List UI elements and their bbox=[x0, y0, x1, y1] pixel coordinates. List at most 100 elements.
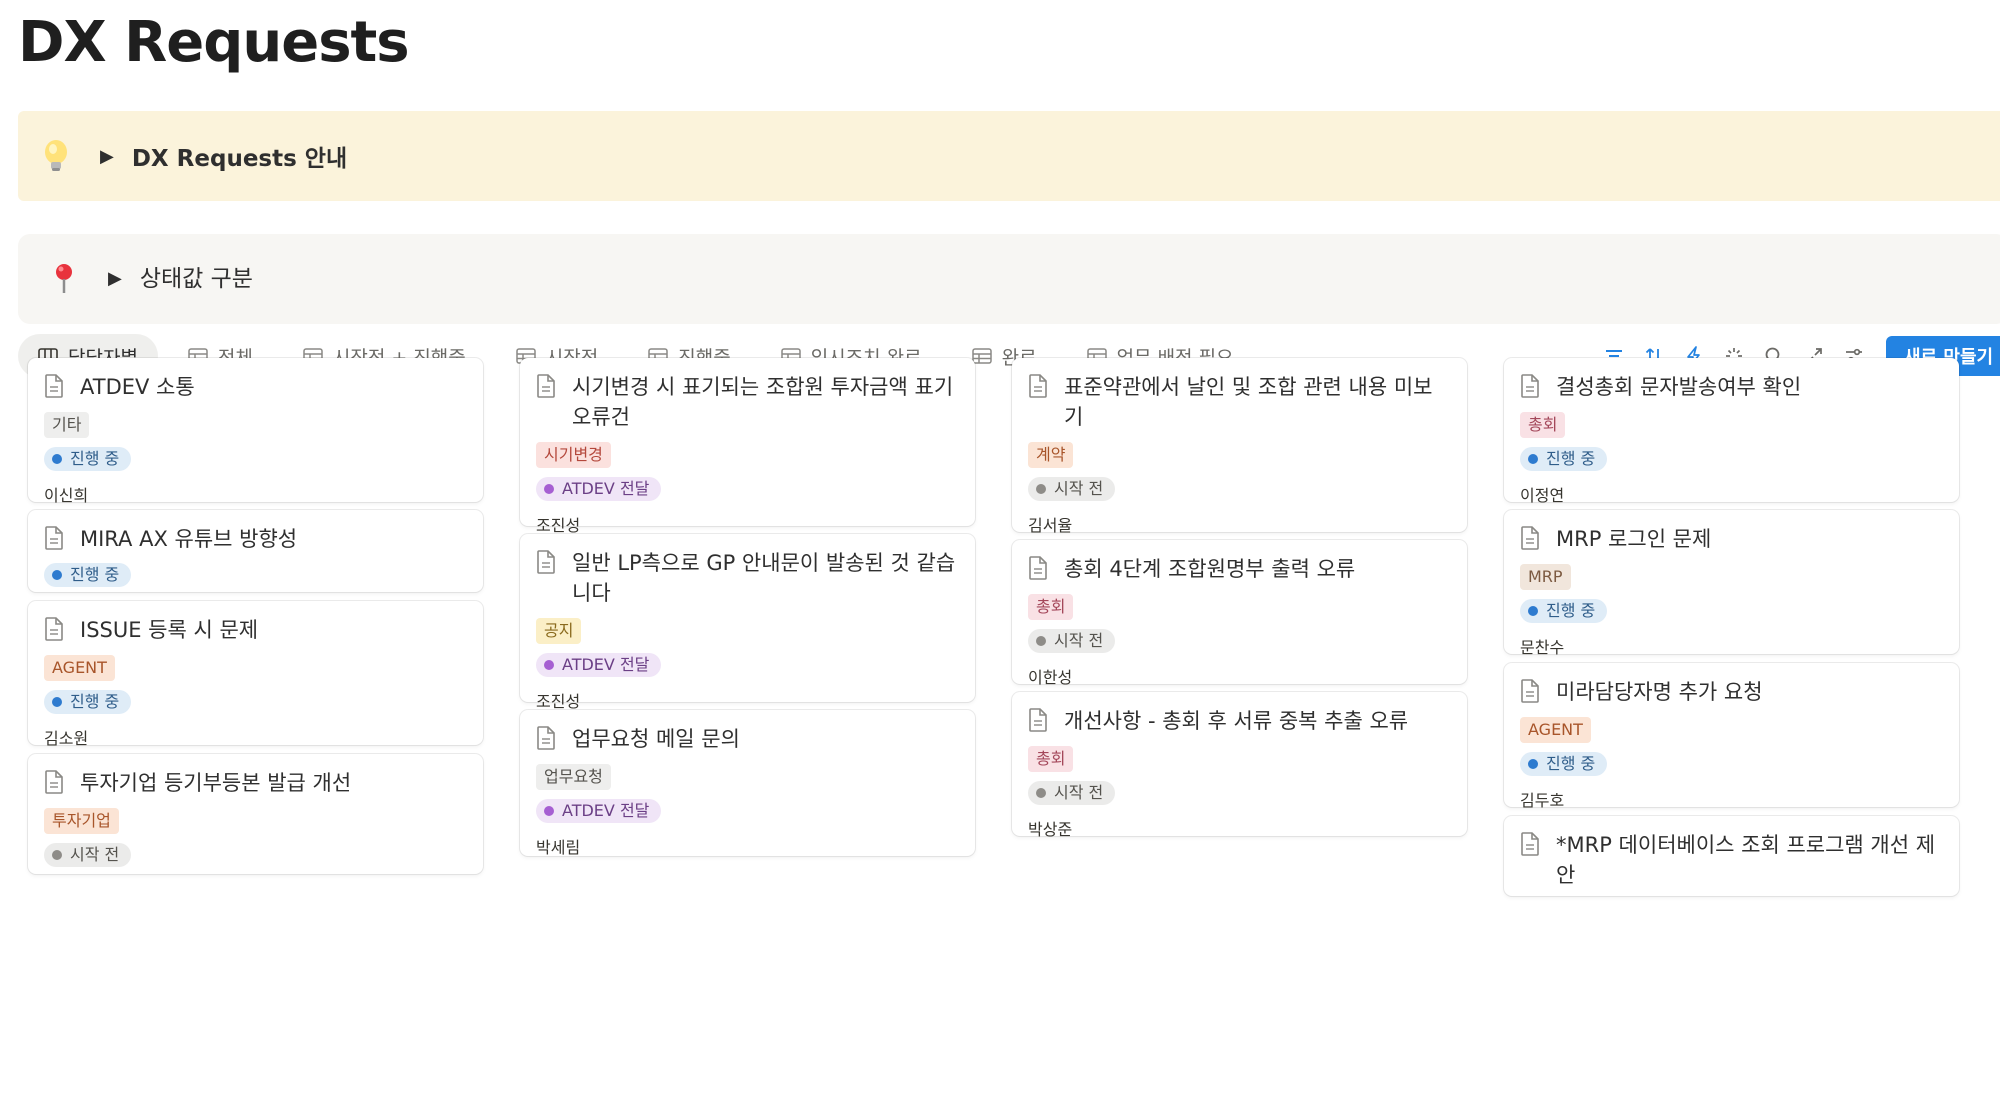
card-title: ATDEV 소통 bbox=[80, 375, 195, 399]
category-tag: 업무요청 bbox=[536, 764, 611, 790]
card-title-row: MRP 로그인 문제 bbox=[1520, 524, 1943, 554]
page-doc-icon bbox=[44, 526, 66, 554]
callout-text: 상태값 구분 bbox=[139, 266, 253, 292]
status-label: 진행 중 bbox=[1546, 754, 1596, 773]
request-card[interactable]: 미라담당자명 추가 요청 AGENT 진행 중 김두호 bbox=[1504, 663, 1959, 810]
callout-dx-info[interactable]: ▶ DX Requests 안내 bbox=[18, 111, 2000, 201]
status-row: 진행 중 bbox=[44, 438, 467, 471]
card-title-row: 업무요청 메일 문의 bbox=[536, 724, 959, 754]
callout-status-values[interactable]: ▶ 상태값 구분 bbox=[18, 234, 2000, 324]
status-label: 시작 전 bbox=[1054, 783, 1104, 802]
status-badge: 진행 중 bbox=[1520, 447, 1608, 471]
request-card[interactable]: 업무요청 메일 문의 업무요청 ATDEV 전달 박세림 bbox=[520, 710, 975, 857]
status-row: 진행 중 bbox=[1520, 743, 1943, 776]
card-title: 개선사항 - 총회 후 서류 중복 추출 오류 bbox=[1064, 709, 1409, 733]
status-row: 진행 중 bbox=[1520, 438, 1943, 471]
status-badge: 시작 전 bbox=[1028, 477, 1116, 501]
card-title-row: 결성총회 문자발송여부 확인 bbox=[1520, 372, 1943, 402]
card-assignee: 조진성 bbox=[536, 516, 581, 535]
status-badge: ATDEV 전달 bbox=[536, 799, 662, 823]
request-card[interactable]: 시기변경 시 표기되는 조합원 투자금액 표기오류건 시기변경 ATDEV 전달 조진… bbox=[520, 358, 975, 535]
status-label: 진행 중 bbox=[70, 449, 120, 468]
table-icon bbox=[971, 348, 992, 364]
status-label: 진행 중 bbox=[70, 692, 120, 711]
card-title-row: ATDEV 소통 bbox=[44, 372, 467, 402]
request-card[interactable]: 총회 4단계 조합원명부 출력 오류 총회 시작 전 이한성 bbox=[1012, 540, 1467, 687]
toggle-triangle-icon[interactable]: ▶ bbox=[108, 268, 122, 290]
page-doc-icon bbox=[44, 770, 66, 798]
category-tag: MRP bbox=[1520, 564, 1571, 590]
card-title-row: 일반 LP측으로 GP 안내문이 발송된 것 같습니다 bbox=[536, 548, 959, 608]
category-tag: AGENT bbox=[44, 655, 115, 681]
status-row: 진행 중 bbox=[44, 681, 467, 714]
status-dot-icon bbox=[52, 697, 62, 707]
page-doc-icon bbox=[1520, 679, 1542, 707]
status-label: 시작 전 bbox=[1054, 631, 1104, 650]
status-dot-icon bbox=[1528, 606, 1538, 616]
card-assignee: 이신희 bbox=[44, 486, 89, 505]
page-doc-icon bbox=[1520, 526, 1542, 554]
category-tag: 공지 bbox=[536, 618, 582, 644]
request-card[interactable]: 결성총회 문자발송여부 확인 총회 진행 중 이정연 bbox=[1504, 358, 1959, 505]
request-card[interactable]: ATDEV 소통기타진행 중이신희 bbox=[28, 358, 483, 505]
status-row: 시작 전 bbox=[44, 834, 467, 867]
card-assignee: 박상준 bbox=[1028, 820, 1073, 839]
page-doc-icon bbox=[1028, 556, 1050, 584]
status-dot-icon bbox=[52, 454, 62, 464]
card-title: 미라담당자명 추가 요청 bbox=[1556, 680, 1763, 704]
card-title-row: ISSUE 등록 시 문제 bbox=[44, 615, 467, 645]
card-title: 결성총회 문자발송여부 확인 bbox=[1556, 375, 1802, 399]
status-badge: 시작 전 bbox=[44, 843, 132, 867]
page-doc-icon bbox=[536, 374, 558, 402]
request-card[interactable]: ISSUE 등록 시 문제 AGENT 진행 중 김소원 bbox=[28, 601, 483, 748]
category-tag: 총회 bbox=[1028, 746, 1074, 772]
request-card[interactable]: 일반 LP측으로 GP 안내문이 발송된 것 같습니다공지 ATDEV 전달조진성 bbox=[520, 534, 975, 711]
request-card[interactable]: *MRP 데이터베이스 조회 프로그램 개선 제안 bbox=[1504, 816, 1959, 896]
card-title: *MRP 데이터베이스 조회 프로그램 개선 제안 bbox=[1556, 833, 1936, 887]
tag-row: 기타 bbox=[44, 402, 467, 438]
request-card[interactable]: 개선사항 - 총회 후 서류 중복 추출 오류총회시작 전박상준 bbox=[1012, 692, 1467, 839]
status-row: 시작 전 bbox=[1028, 468, 1451, 501]
tag-row: 총회 bbox=[1520, 402, 1943, 438]
status-row: 진행 중 bbox=[44, 554, 467, 587]
request-card[interactable]: 투자기업 등기부등본 발급 개선 투자기업 시작 전 bbox=[28, 754, 483, 874]
tag-row: 계약 bbox=[1028, 432, 1451, 468]
status-dot-icon bbox=[1528, 454, 1538, 464]
page-doc-icon bbox=[536, 550, 558, 578]
tag-row: AGENT bbox=[1520, 707, 1943, 743]
card-assignee: 이한성 bbox=[1028, 668, 1073, 687]
card-title: MIRA AX 유튜브 방향성 bbox=[80, 527, 298, 551]
status-row: ATDEV 전달 bbox=[536, 644, 959, 677]
status-badge: 진행 중 bbox=[44, 690, 132, 714]
request-card[interactable]: MRP 로그인 문제 MRP 진행 중 문찬수 bbox=[1504, 510, 1959, 657]
status-badge: 진행 중 bbox=[44, 563, 132, 587]
status-row: 시작 전 bbox=[1028, 620, 1451, 653]
status-dot-icon bbox=[1036, 484, 1046, 494]
page-title: DX Requests bbox=[18, 10, 410, 75]
status-label: 진행 중 bbox=[1546, 449, 1596, 468]
page-doc-icon bbox=[1520, 374, 1542, 402]
card-title: 일반 LP측으로 GP 안내문이 발송된 것 같습니다 bbox=[572, 551, 956, 605]
card-title-row: 표준약관에서 날인 및 조합 관련 내용 미보기 bbox=[1028, 372, 1451, 432]
tag-row: 투자기업 bbox=[44, 798, 467, 834]
toggle-triangle-icon[interactable]: ▶ bbox=[100, 146, 114, 167]
card-title-row: 시기변경 시 표기되는 조합원 투자금액 표기오류건 bbox=[536, 372, 959, 432]
card-title-row: 개선사항 - 총회 후 서류 중복 추출 오류 bbox=[1028, 706, 1451, 736]
board-column-kimsiyun: 김시윤5ATDEV 소통기타진행 중이신희MIRA AX 유튜브 방향성진행 중… bbox=[28, 358, 483, 874]
request-card[interactable]: 표준약관에서 날인 및 조합 관련 내용 미보기계약시작 전김서율1 bbox=[1012, 358, 1467, 567]
status-dot-icon bbox=[1528, 759, 1538, 769]
card-title: 업무요청 메일 문의 bbox=[572, 727, 740, 751]
status-row: 진행 중 bbox=[1520, 590, 1943, 623]
page-doc-icon bbox=[44, 374, 66, 402]
card-title: 표준약관에서 날인 및 조합 관련 내용 미보기 bbox=[1064, 375, 1433, 429]
tag-row: 시기변경 bbox=[536, 432, 959, 468]
request-card[interactable]: MIRA AX 유튜브 방향성진행 중 bbox=[28, 510, 483, 592]
category-tag: AGENT bbox=[1520, 717, 1591, 743]
category-tag: 총회 bbox=[1520, 412, 1566, 438]
pushpin-icon bbox=[46, 263, 82, 295]
page-doc-icon bbox=[1028, 708, 1050, 736]
page-doc-icon bbox=[536, 726, 558, 754]
card-assignee: 조진성 bbox=[536, 692, 581, 711]
status-dot-icon bbox=[544, 484, 554, 494]
card-title: 시기변경 시 표기되는 조합원 투자금액 표기오류건 bbox=[572, 375, 954, 429]
